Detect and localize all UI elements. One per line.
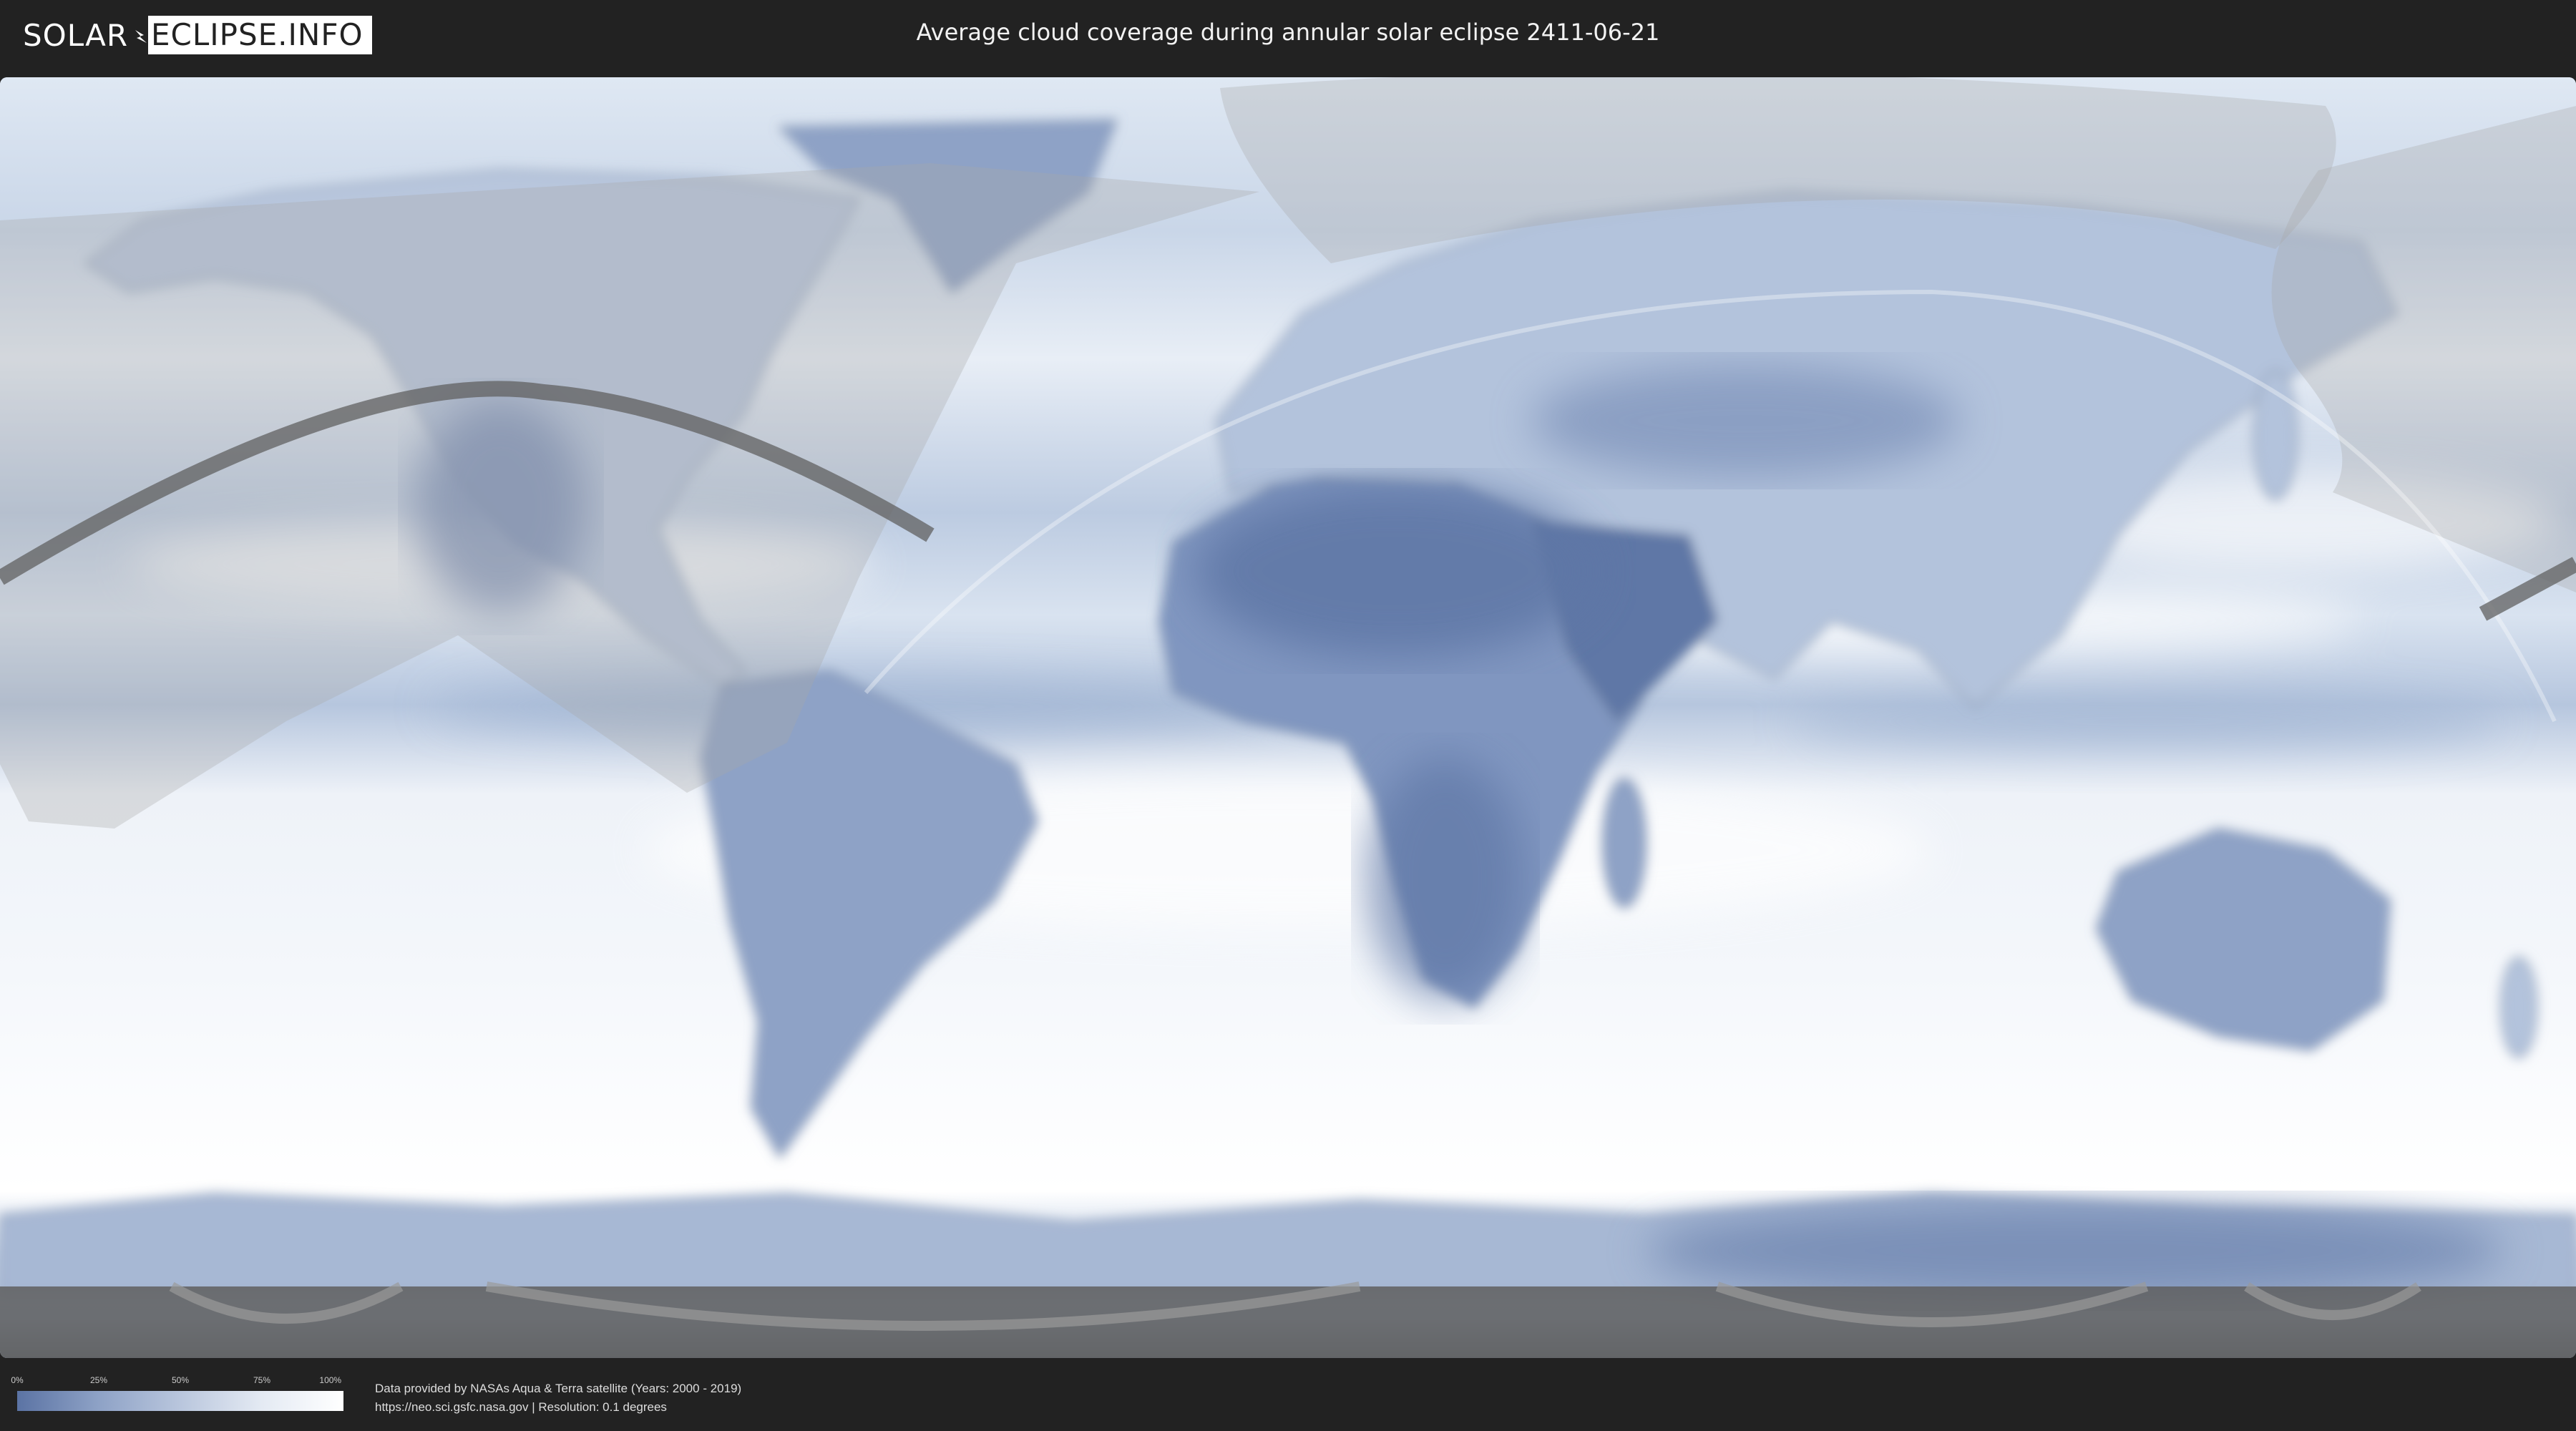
legend-tick-50: 50% (171, 1375, 190, 1385)
header-bar: SOLAR ECLIPSE.INFO Average cloud coverag… (0, 0, 2576, 72)
legend-tick-0: 0% (11, 1375, 24, 1385)
map-canvas (0, 77, 2576, 1358)
southern-africa-clear-sky (1367, 757, 1524, 1000)
legend-tick-75: 75% (253, 1375, 271, 1385)
credit-url-resolution[interactable]: https://neo.sci.gsfc.nasa.gov | Resoluti… (375, 1398, 741, 1417)
footer-bar: 0% 25% 50% 75% 100% Data provided by NAS… (0, 1358, 2576, 1431)
data-credits: Data provided by NASAs Aqua & Terra sate… (375, 1379, 741, 1417)
new-zealand (2500, 957, 2537, 1058)
antarctic-clear-sky (1646, 1201, 2504, 1301)
madagascar (1602, 778, 1646, 908)
legend-color-scale (17, 1391, 343, 1411)
credit-source: Data provided by NASAs Aqua & Terra sate… (375, 1382, 742, 1395)
central-asia-clear-sky (1531, 363, 1961, 478)
legend-tick-labels: 0% 25% 50% 75% 100% (11, 1375, 343, 1387)
cloud-coverage-map[interactable] (0, 77, 2576, 1358)
legend-tick-25: 25% (89, 1375, 108, 1385)
sahara-clear-sky (1195, 485, 1596, 657)
legend-tick-100: 100% (319, 1375, 342, 1385)
page-title: Average cloud coverage during annular so… (916, 19, 1660, 46)
